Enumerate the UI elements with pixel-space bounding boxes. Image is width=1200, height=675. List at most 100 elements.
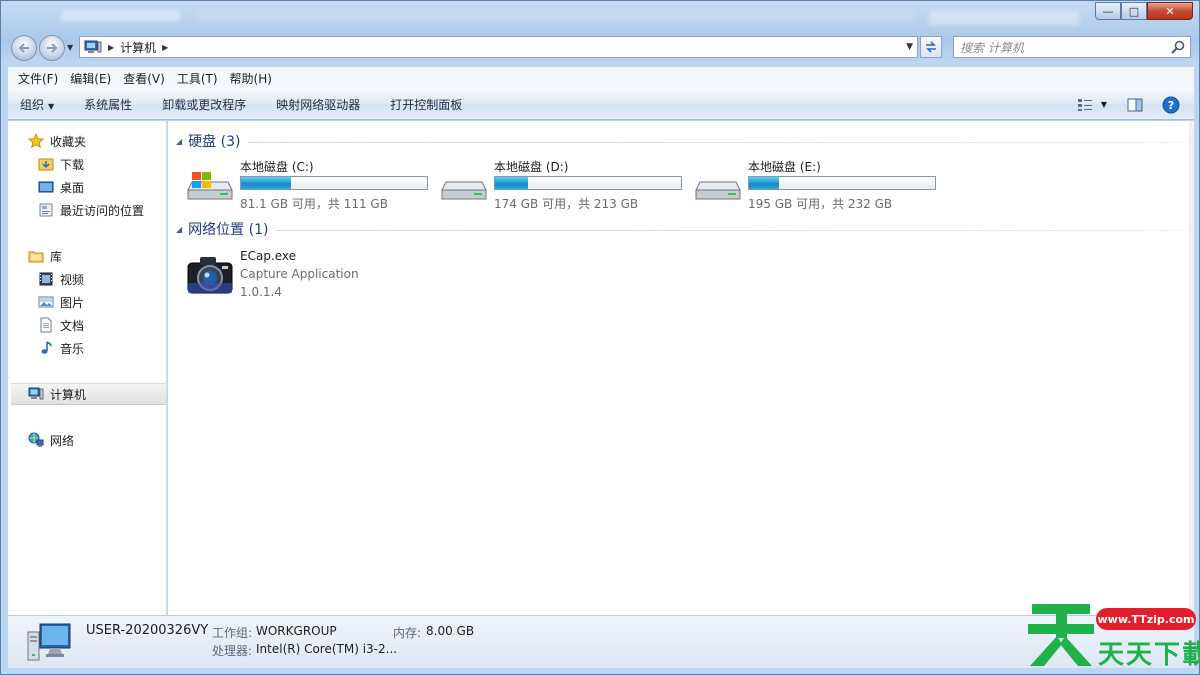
view-list-icon — [1077, 98, 1092, 111]
blurred-title — [61, 10, 181, 22]
documents-icon — [38, 317, 54, 333]
explorer-window: — □ ✕ ▼ ▶ 计算机 ▶ ▼ 搜索 计算机 文件(F) 编辑(E) 查看(… — [0, 0, 1200, 675]
group-title: 网络位置 (1) — [188, 222, 269, 238]
back-arrow-icon — [18, 43, 29, 53]
menu-edit[interactable]: 编辑(E) — [64, 70, 117, 87]
drive-name: 本地磁盘 (D:) — [494, 160, 569, 174]
group-divider — [248, 141, 1186, 143]
drive-usage-bar — [494, 176, 682, 190]
pictures-icon — [38, 294, 54, 310]
organize-caret: ▼ — [48, 101, 55, 111]
menu-view[interactable]: 查看(V) — [117, 70, 171, 87]
group-hard-disks[interactable]: ◢ 硬盘 (3) — [176, 131, 1186, 151]
drive-d[interactable]: 本地磁盘 (D:) 174 GB 可用，共 213 GB — [440, 158, 690, 211]
drive-size: 195 GB 可用，共 232 GB — [748, 197, 893, 211]
details-pane: USER-20200326VY 工作组: WORKGROUP 内存: 8.00 … — [8, 615, 1194, 668]
breadcrumb-computer[interactable]: 计算机 — [120, 39, 156, 56]
search-placeholder: 搜索 计算机 — [960, 40, 1024, 55]
help-button[interactable]: ? — [1158, 94, 1184, 116]
title-bar[interactable]: — □ ✕ — [1, 1, 1199, 31]
address-bar[interactable]: ▶ 计算机 ▶ ▼ — [79, 36, 918, 58]
workgroup-label: 工作组: — [212, 626, 253, 640]
sidebar-item-label: 桌面 — [60, 180, 85, 195]
minimize-button[interactable]: — — [1095, 2, 1121, 20]
sidebar-item-label: 图片 — [60, 295, 85, 310]
maximize-button[interactable]: □ — [1121, 2, 1147, 20]
drive-size: 81.1 GB 可用，共 111 GB — [240, 197, 388, 211]
breadcrumb-separator[interactable]: ▶ — [162, 43, 168, 52]
blurred-background — [196, 10, 916, 22]
search-box[interactable]: 搜索 计算机 — [953, 36, 1191, 58]
watermark-text: 天天下載 — [1098, 640, 1200, 670]
drive-c[interactable]: 本地磁盘 (C:) 81.1 GB 可用，共 111 GB — [186, 158, 436, 211]
watermark-logo — [1028, 604, 1094, 666]
content-pane: ◢ 硬盘 (3) 本地磁盘 (C:) 81.1 GB 可用，共 111 GB 本… — [168, 121, 1189, 615]
library-icon — [28, 248, 44, 264]
computer-icon — [28, 386, 44, 402]
menu-help[interactable]: 帮助(H) — [224, 70, 278, 87]
recent-pages-dropdown[interactable]: ▼ — [67, 43, 73, 52]
open-control-panel-button[interactable]: 打开控制面板 — [390, 96, 462, 113]
drive-e[interactable]: 本地磁盘 (E:) 195 GB 可用，共 232 GB — [694, 158, 944, 211]
downloads-folder-icon — [38, 156, 54, 172]
close-button[interactable]: ✕ — [1147, 2, 1193, 20]
star-icon — [28, 133, 44, 149]
collapse-triangle-icon[interactable]: ◢ — [176, 225, 182, 234]
refresh-button[interactable] — [920, 36, 942, 58]
drive-usage-fill — [749, 177, 779, 189]
network-item-version: 1.0.1.4 — [240, 285, 282, 299]
forward-button[interactable] — [39, 35, 65, 61]
desktop-icon — [38, 179, 54, 195]
caption-buttons: — □ ✕ — [1095, 2, 1193, 20]
drive-usage-fill — [495, 177, 529, 189]
change-view-button[interactable]: ▼ — [1072, 94, 1112, 116]
network-item-ecap[interactable]: ECap.exe Capture Application 1.0.1.4 — [186, 245, 486, 305]
drive-name: 本地磁盘 (C:) — [240, 160, 314, 174]
group-network-locations[interactable]: ◢ 网络位置 (1) — [176, 219, 1186, 239]
back-button[interactable] — [11, 35, 37, 61]
preview-pane-button[interactable] — [1122, 94, 1148, 116]
drive-usage-bar — [748, 176, 936, 190]
drive-name: 本地磁盘 (E:) — [748, 160, 821, 174]
hard-drive-icon — [695, 181, 741, 200]
sidebar-favorites[interactable]: 收藏夹 — [28, 130, 187, 152]
menu-bar: 文件(F) 编辑(E) 查看(V) 工具(T) 帮助(H) — [8, 66, 1194, 89]
svg-text:?: ? — [1168, 99, 1174, 112]
command-bar: 组织 ▼ 系统属性 卸载或更改程序 映射网络驱动器 打开控制面板 ▼ ? — [8, 89, 1194, 120]
sidebar-item-label: 最近访问的位置 — [60, 203, 145, 218]
network-icon — [28, 432, 44, 448]
view-dropdown-icon: ▼ — [1100, 100, 1108, 109]
processor-label: 处理器: — [212, 644, 253, 658]
organize-button[interactable]: 组织 ▼ — [20, 96, 54, 113]
command-bar-right: ▼ ? — [1072, 89, 1194, 120]
system-properties-button[interactable]: 系统属性 — [84, 96, 132, 113]
network-item-name: ECap.exe — [240, 249, 297, 263]
breadcrumb-separator[interactable]: ▶ — [108, 43, 114, 52]
menu-tools[interactable]: 工具(T) — [171, 70, 224, 87]
recent-places-icon — [38, 202, 54, 218]
video-icon — [38, 271, 54, 287]
sidebar-item-computer[interactable]: 计算机 — [11, 383, 166, 405]
music-icon — [38, 340, 54, 356]
group-divider — [276, 229, 1186, 231]
uninstall-program-button[interactable]: 卸载或更改程序 — [162, 96, 246, 113]
scrollbar-edge[interactable] — [1189, 121, 1194, 615]
camera-icon — [187, 257, 233, 294]
sidebar-computer-label: 计算机 — [50, 387, 87, 402]
sidebar-item-label: 视频 — [60, 272, 85, 287]
preview-pane-icon — [1127, 98, 1143, 111]
organize-label: 组织 — [20, 97, 45, 112]
sidebar-libraries[interactable]: 库 — [28, 245, 187, 267]
collapse-triangle-icon[interactable]: ◢ — [176, 137, 182, 146]
hard-drive-icon — [441, 181, 487, 200]
watermark-url: www.TTzip.com — [1096, 608, 1196, 630]
menu-file[interactable]: 文件(F) — [12, 70, 64, 87]
drive-usage-bar — [240, 176, 428, 190]
memory-label: 内存: — [393, 626, 422, 640]
address-dropdown[interactable]: ▼ — [906, 42, 913, 52]
sidebar-item-label: 下载 — [60, 157, 85, 172]
map-network-drive-button[interactable]: 映射网络驱动器 — [276, 96, 360, 113]
sidebar-item-network[interactable]: 网络 — [28, 429, 187, 451]
search-icon[interactable] — [1170, 39, 1186, 55]
sidebar-network-label: 网络 — [50, 433, 75, 448]
